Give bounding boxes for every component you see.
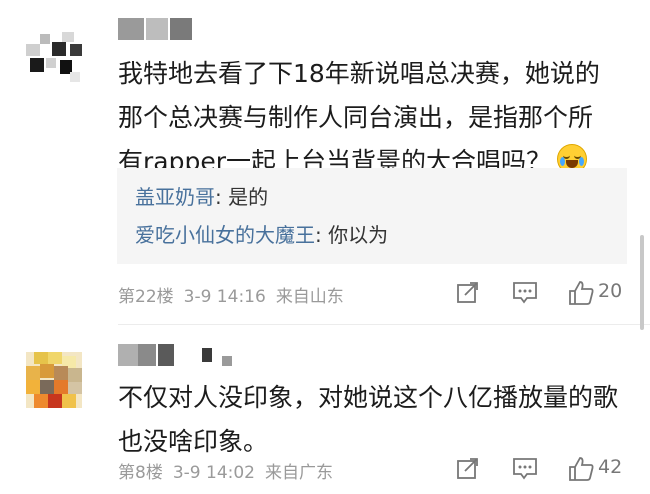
avatar[interactable] <box>26 28 82 84</box>
comment-item: 不仅对人没印象，对她说这个八亿播放量的歌 也没啥印象。 第8楼 3-9 14:02… <box>0 330 650 494</box>
floor-number: 第8楼 <box>118 463 163 483</box>
floor-number: 第22楼 <box>118 287 174 307</box>
comment-line: 我特地去看了下18年新说唱总决赛，她说的 <box>118 59 600 88</box>
comment-icon[interactable] <box>512 280 538 308</box>
comment-text: 不仅对人没印象，对她说这个八亿播放量的歌 也没啥印象。 <box>118 376 628 464</box>
location: 来自山东 <box>275 287 344 307</box>
reply-text: 你以为 <box>328 223 389 247</box>
reply-item[interactable]: 盖亚奶哥: 是的 <box>135 182 268 212</box>
share-icon[interactable] <box>456 456 480 484</box>
like-count: 42 <box>598 456 623 478</box>
reply-preview-box[interactable]: 盖亚奶哥: 是的 爱吃小仙女的大魔王: 你以为 <box>117 168 627 264</box>
comment-meta: 第8楼 3-9 14:02 来自广东 <box>118 458 343 483</box>
reply-author[interactable]: 爱吃小仙女的大魔王 <box>135 223 315 247</box>
reply-author[interactable]: 盖亚奶哥 <box>135 185 215 209</box>
like-count: 20 <box>598 280 623 302</box>
comment-line: 不仅对人没印象，对她说这个八亿播放量的歌 <box>118 383 619 412</box>
thumbs-up-icon <box>568 456 594 486</box>
comment-item: 我特地去看了下18年新说唱总决赛，她说的 那个总决赛与制作人同台演出，是指那个所… <box>0 0 650 330</box>
timestamp: 3-9 14:16 <box>183 287 266 307</box>
comment-icon[interactable] <box>512 456 538 484</box>
share-icon[interactable] <box>456 280 480 308</box>
divider <box>118 324 650 325</box>
comment-meta: 第22楼 3-9 14:16 来自山东 <box>118 282 354 307</box>
thumbs-up-icon <box>568 280 594 310</box>
avatar[interactable] <box>26 352 82 408</box>
reply-text: 是的 <box>228 185 269 209</box>
location: 来自广东 <box>265 463 333 483</box>
timestamp: 3-9 14:02 <box>172 463 255 483</box>
comment-text: 我特地去看了下18年新说唱总决赛，她说的 那个总决赛与制作人同台演出，是指那个所… <box>118 52 628 184</box>
scrollbar[interactable] <box>640 235 644 330</box>
reply-item[interactable]: 爱吃小仙女的大魔王: 你以为 <box>135 220 388 250</box>
comment-line: 那个总决赛与制作人同台演出，是指那个所 <box>118 103 594 132</box>
